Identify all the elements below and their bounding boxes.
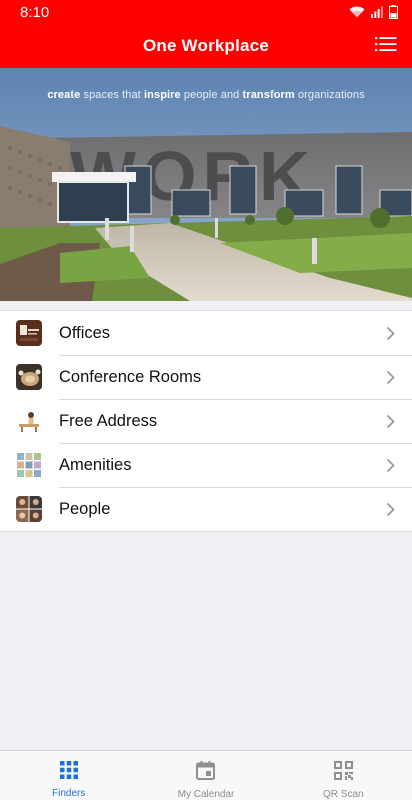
menu-button[interactable] (372, 32, 400, 60)
people-thumbnail (16, 496, 42, 522)
list-item-offices[interactable]: Offices (0, 311, 412, 355)
chevron-right-icon (380, 458, 400, 473)
status-icons (349, 5, 398, 19)
tagline-text: people and (180, 89, 243, 101)
tab-label: My Calendar (177, 789, 235, 800)
building-photo: WORK (0, 68, 412, 301)
status-bar: 8:10 (0, 0, 412, 24)
list-item-conference-rooms[interactable]: Conference Rooms (0, 355, 412, 399)
tagline-word-create: create (47, 89, 81, 101)
hero-banner: WORK create spaces that inspire people a… (0, 68, 412, 301)
wifi-icon (349, 6, 365, 18)
list-item-label: Offices (59, 323, 111, 342)
list-item-label: Free Address (59, 411, 158, 430)
app-bar: One Workplace (0, 24, 412, 68)
tagline-text: spaces that (80, 89, 144, 101)
list-item-amenities[interactable]: Amenities (0, 443, 412, 487)
tab-label: QR Scan (323, 789, 364, 800)
chevron-right-icon (380, 414, 400, 429)
chevron-right-icon (380, 502, 400, 517)
conference-rooms-thumbnail (16, 364, 42, 390)
hero-tagline: create spaces that inspire people and tr… (0, 89, 412, 101)
offices-thumbnail (16, 320, 42, 346)
app-title: One Workplace (142, 36, 270, 55)
bottom-tab-bar: Finders My Calendar QR Scan (0, 750, 412, 800)
tagline-text: organizations (294, 89, 365, 101)
list-item-free-address[interactable]: Free Address (0, 399, 412, 443)
tab-my-calendar[interactable]: My Calendar (137, 751, 274, 800)
list-item-label: People (59, 499, 111, 518)
chevron-right-icon (380, 326, 400, 341)
list-item-people[interactable]: People (0, 487, 412, 531)
list-item-label: Amenities (59, 455, 132, 474)
list-menu-icon (375, 36, 397, 57)
battery-icon (389, 5, 398, 19)
tagline-word-inspire: inspire (144, 89, 181, 101)
tagline-word-transform: transform (242, 89, 295, 101)
signal-icon (371, 6, 383, 18)
list-item-label: Conference Rooms (59, 367, 202, 386)
amenities-thumbnail (16, 452, 42, 478)
tab-finders[interactable]: Finders (0, 751, 137, 800)
qr-code-icon (333, 761, 353, 785)
free-address-thumbnail (16, 408, 42, 434)
tab-label: Finders (51, 788, 86, 799)
tab-qr-scan[interactable]: QR Scan (275, 751, 412, 800)
chevron-right-icon (380, 370, 400, 385)
grid-icon (59, 761, 78, 784)
calendar-icon (196, 761, 216, 785)
status-time: 8:10 (20, 3, 50, 21)
finder-list: Offices Conference Rooms Free Address Am… (0, 310, 412, 532)
